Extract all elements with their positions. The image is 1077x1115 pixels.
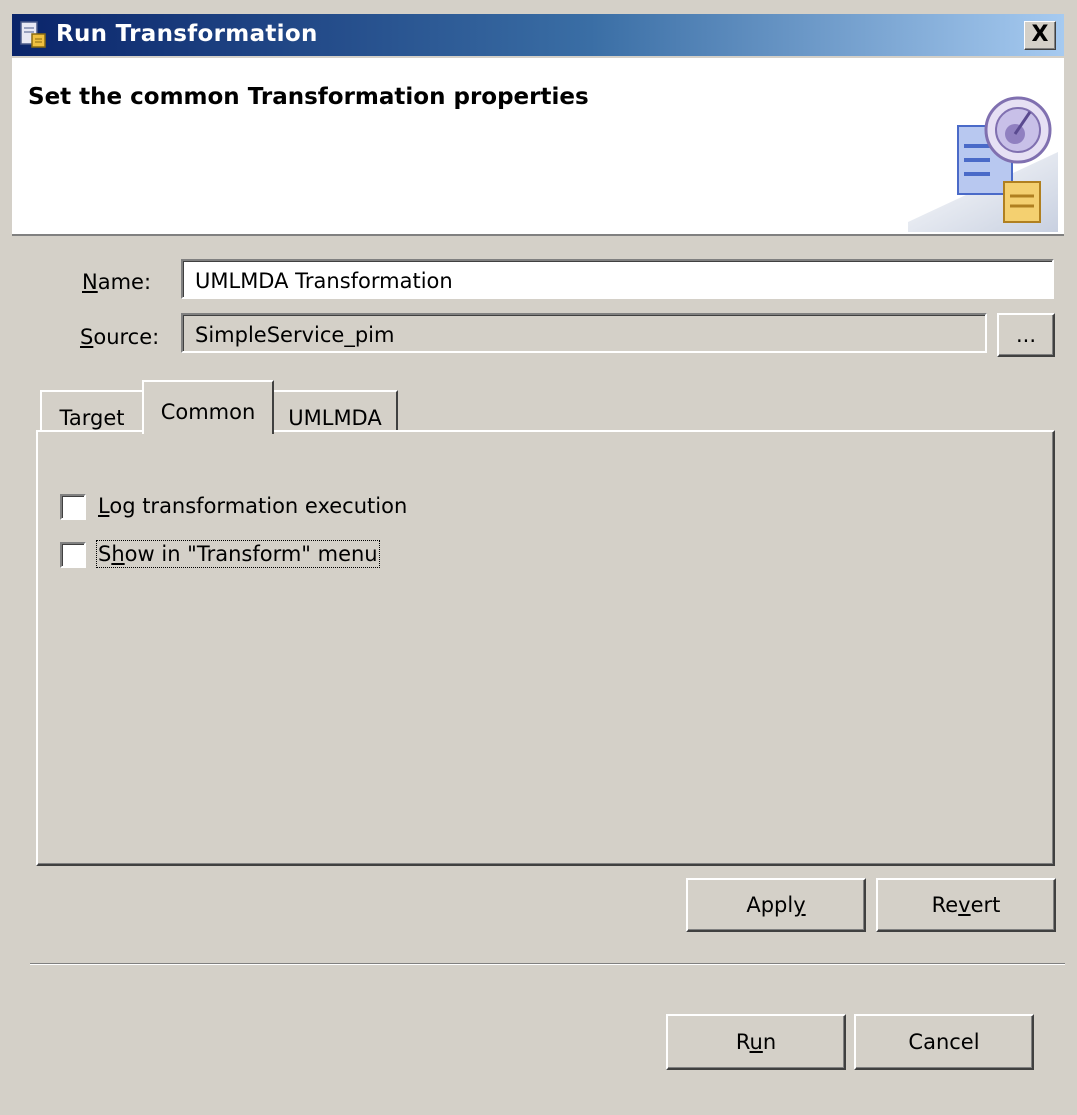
- run-button[interactable]: Run: [666, 1014, 846, 1070]
- page-title: Set the common Transformation properties: [28, 84, 589, 110]
- window-title: Run Transformation: [56, 21, 318, 47]
- revert-accel: v: [958, 893, 971, 917]
- run-pre: R: [735, 1030, 750, 1054]
- revert-button[interactable]: Revert: [876, 878, 1056, 932]
- name-label-rest: ame:: [97, 270, 152, 294]
- wizard-header: Set the common Transformation properties: [12, 58, 1064, 236]
- source-field: SimpleService_pim: [181, 313, 987, 353]
- show-rest: ow in "Transform" menu: [124, 542, 378, 566]
- show-in-menu-checkbox[interactable]: [60, 542, 86, 568]
- name-label-accel: N: [82, 270, 98, 294]
- log-rest: og transformation execution: [109, 494, 408, 518]
- revert-pre: Re: [931, 893, 959, 917]
- close-button[interactable]: X: [1024, 21, 1056, 50]
- apply-pre: Appl: [746, 893, 794, 917]
- browse-button[interactable]: ...: [997, 313, 1055, 357]
- transformation-wizard-icon: [908, 96, 1058, 232]
- show-pre: S: [98, 542, 112, 566]
- run-post: n: [762, 1030, 777, 1054]
- title-bar[interactable]: Run Transformation X: [12, 14, 1064, 56]
- apply-button[interactable]: Apply: [686, 878, 866, 932]
- show-in-menu-label: Show in "Transform" menu: [96, 540, 380, 568]
- tab-common[interactable]: Common: [142, 380, 274, 434]
- source-label-rest: ource:: [93, 325, 160, 349]
- log-execution-label: Log transformation execution: [98, 494, 407, 518]
- name-input[interactable]: UMLMDA Transformation: [181, 259, 1054, 299]
- log-accel: L: [98, 494, 110, 518]
- show-accel: h: [111, 542, 125, 566]
- run-transformation-dialog: Run Transformation X Set the common Tran…: [0, 0, 1077, 1115]
- separator: [30, 963, 1065, 965]
- revert-post: ert: [970, 893, 1001, 917]
- tab-target[interactable]: Target: [40, 390, 144, 432]
- run-accel: u: [749, 1030, 763, 1054]
- cancel-button[interactable]: Cancel: [854, 1014, 1034, 1070]
- log-execution-checkbox[interactable]: [60, 494, 86, 520]
- transformation-app-icon: [20, 21, 46, 48]
- tab-umlmda[interactable]: UMLMDA: [272, 390, 398, 432]
- source-label: Source:: [80, 325, 159, 349]
- apply-accel: y: [793, 893, 806, 917]
- name-label: Name:: [82, 270, 151, 294]
- source-label-accel: S: [80, 325, 94, 349]
